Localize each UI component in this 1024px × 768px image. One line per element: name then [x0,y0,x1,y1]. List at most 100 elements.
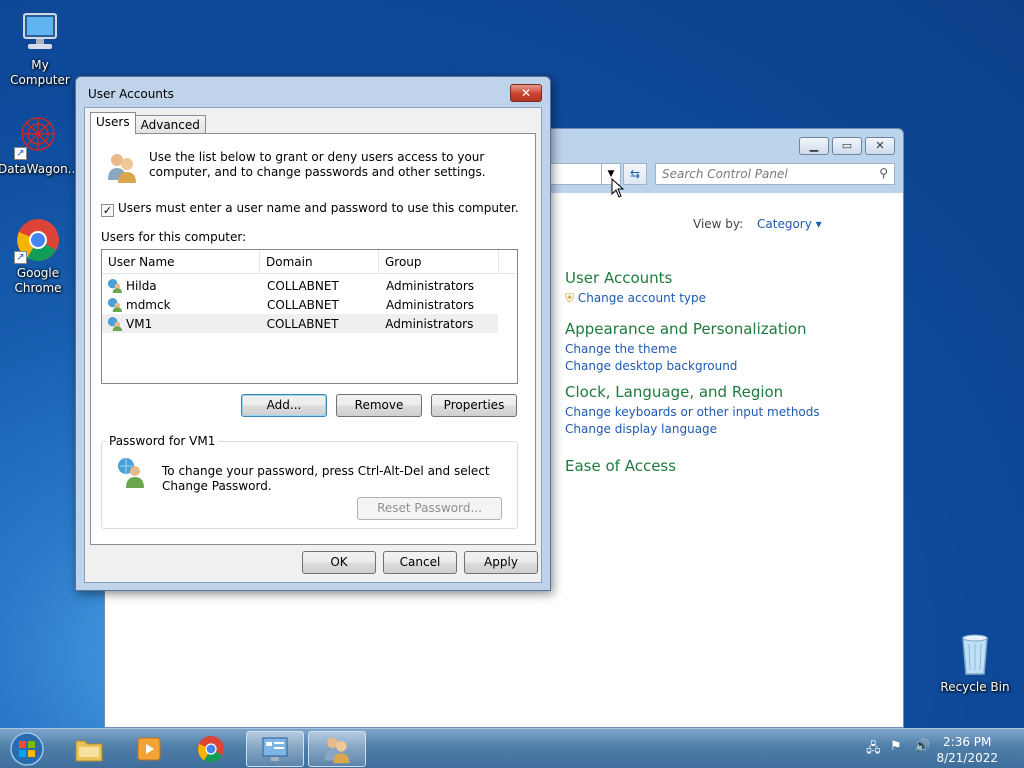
recycle-bin-icon [951,630,999,678]
reset-password-button: Reset Password... [357,497,502,520]
column-header-domain[interactable]: Domain [260,250,379,273]
shortcut-arrow-icon: ↗ [14,147,27,160]
users-tab-panel: Use the list below to grant or deny user… [90,133,536,545]
password-group-label: Password for VM1 [109,434,216,448]
search-icon[interactable]: ⚲ [879,166,888,180]
table-row-selected[interactable]: VM1 COLLABNET Administrators [102,314,498,333]
table-row[interactable]: mdmck COLLABNET Administrators [102,295,517,314]
user-name: VM1 [126,316,153,331]
start-button[interactable] [0,731,54,767]
user-key-icon [118,458,144,488]
users-icon [108,154,136,183]
users-icon [324,737,350,764]
computer-icon [16,8,64,56]
apply-button[interactable]: Apply [464,551,538,574]
user-group: Administrators [386,297,475,312]
password-instructions: To change your password, press Ctrl-Alt-… [162,464,490,493]
taskbar-chrome[interactable] [182,731,240,767]
volume-icon[interactable]: 🔊 [914,739,930,754]
taskbar-explorer[interactable] [60,731,118,767]
desktop-icon-label: Recycle Bin [940,680,1010,694]
user-domain: COLLABNET [267,278,339,293]
category-user-accounts: User Accounts ⛨ Change account type [565,269,706,307]
media-player-icon [137,737,161,761]
network-icon[interactable]: 🖧 [866,739,881,761]
ok-button[interactable]: OK [302,551,376,574]
taskbar-control-panel[interactable] [246,731,304,767]
view-by: View by: Category ▾ [693,217,822,231]
desktop-icon-recycle-bin[interactable]: Recycle Bin [935,630,1015,695]
user-name: mdmck [126,297,171,312]
clock-date: 8/21/2022 [936,751,998,765]
user-globe-icon [107,278,122,293]
view-by-dropdown[interactable]: Category ▾ [757,217,822,231]
close-button[interactable]: ✕ [865,137,895,155]
category-link[interactable]: Change desktop background [565,358,807,375]
users-list[interactable]: User Name Domain Group Hilda COLLABNET A… [101,249,518,384]
dialog-title: User Accounts [88,87,174,101]
action-center-flag-icon[interactable]: ⚑ [890,739,902,754]
chrome-icon [197,735,225,763]
chrome-icon: ↗ [14,216,62,264]
taskbar-media-player[interactable] [120,731,178,767]
desktop-icon-label: DataWagon... [0,162,80,176]
user-globe-icon [107,316,122,331]
desktop-icon-chrome[interactable]: ↗ Google Chrome [0,216,78,296]
category-link[interactable]: Change the theme [565,341,807,358]
close-button[interactable]: ✕ [510,84,542,102]
shortcut-arrow-icon: ↗ [14,251,27,264]
add-user-button[interactable]: Add... [241,394,327,417]
clock[interactable]: 2:36 PM 8/21/2022 [936,734,998,766]
intro-text: Use the list below to grant or deny user… [149,150,486,179]
desktop-icon-label: Google Chrome [14,266,62,295]
category-link[interactable]: Change display language [565,421,820,438]
maximize-button[interactable]: ▭ [832,137,862,155]
category-link[interactable]: ⛨ Change account type [565,290,706,307]
tab-users[interactable]: Users [90,112,136,134]
user-group: Administrators [385,316,474,331]
desktop-icon-my-computer[interactable]: My Computer [0,8,80,88]
search-input[interactable]: Search Control Panel ⚲ [655,163,895,185]
checkbox-label: Users must enter a user name and passwor… [118,201,519,215]
taskbar: 🖧 ⚑ 🔊 2:36 PM 8/21/2022 [0,728,1024,768]
refresh-icon[interactable]: ⇆ [623,163,647,185]
user-group: Administrators [386,278,475,293]
checkbox-checked-icon[interactable]: ✓ [101,204,114,217]
category-appearance: Appearance and Personalization Change th… [565,320,807,375]
address-bar[interactable] [545,163,601,185]
category-heading[interactable]: Clock, Language, and Region [565,383,820,401]
folder-icon [75,740,103,762]
cancel-button[interactable]: Cancel [383,551,457,574]
column-header-user-name[interactable]: User Name [102,250,260,273]
user-globe-icon [107,297,122,312]
user-domain: COLLABNET [267,297,339,312]
user-name: Hilda [126,278,157,293]
tab-strip: Users Advanced [90,112,206,134]
column-header-group[interactable]: Group [379,250,499,273]
category-heading[interactable]: Appearance and Personalization [565,320,807,338]
category-clock-language: Clock, Language, and Region Change keybo… [565,383,820,438]
category-heading[interactable]: Ease of Access [565,457,676,475]
taskbar-user-accounts[interactable] [308,731,366,767]
minimize-button[interactable]: ▁ [799,137,829,155]
clock-time: 2:36 PM [943,735,992,749]
dialog-body: Users Advanced Use the list below to gra… [84,107,542,583]
category-link[interactable]: Change keyboards or other input methods [565,404,820,421]
list-header: User Name Domain Group [102,250,517,274]
table-row[interactable]: Hilda COLLABNET Administrators [102,276,517,295]
category-heading[interactable]: User Accounts [565,269,706,287]
remove-user-button[interactable]: Remove [336,394,422,417]
search-placeholder: Search Control Panel [662,167,788,181]
desktop-icon-datawagon[interactable]: ↗ DataWagon... [0,112,80,177]
mouse-cursor-icon [611,178,625,198]
category-ease-of-access: Ease of Access [565,457,676,478]
require-login-checkbox[interactable]: ✓ Users must enter a user name and passwo… [101,201,519,217]
users-list-label: Users for this computer: [101,230,247,244]
control-panel-icon [262,737,288,761]
datawagon-icon: ↗ [14,112,62,160]
tab-advanced[interactable]: Advanced [134,115,206,134]
view-by-label: View by: [693,217,744,231]
desktop-icon-label: My Computer [10,58,70,87]
properties-button[interactable]: Properties [431,394,517,417]
user-accounts-dialog: User Accounts ✕ Users Advanced Use the l… [75,76,551,591]
